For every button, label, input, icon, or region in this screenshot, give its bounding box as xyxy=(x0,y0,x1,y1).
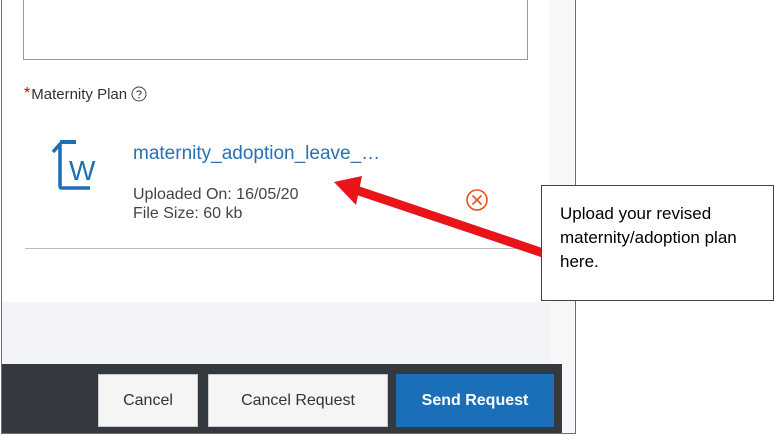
svg-text:W: W xyxy=(69,155,96,186)
annotation-callout: Upload your revised maternity/adoption p… xyxy=(541,185,774,301)
dialog-footer: Cancel Cancel Request Send Request xyxy=(2,364,562,433)
cancel-request-button[interactable]: Cancel Request xyxy=(208,374,388,427)
file-size-text: File Size: 60 kb xyxy=(133,205,243,222)
comment-textarea[interactable] xyxy=(23,0,528,60)
request-dialog: * Maternity Plan W maternity_adoption_le… xyxy=(1,0,576,434)
maternity-plan-label: * Maternity Plan xyxy=(24,85,147,103)
section-divider xyxy=(25,248,528,249)
attachment-meta: Uploaded On: 16/05/20 File Size: 60 kb xyxy=(133,185,298,223)
word-document-icon: W xyxy=(50,136,100,192)
close-circle-icon[interactable] xyxy=(463,186,491,214)
uploaded-on-text: Uploaded On: 16/05/20 xyxy=(133,186,299,203)
question-circle-icon[interactable] xyxy=(131,86,147,102)
form-area: * Maternity Plan W maternity_adoption_le… xyxy=(2,0,550,302)
send-request-button[interactable]: Send Request xyxy=(396,374,554,427)
attachment-file-link[interactable]: maternity_adoption_leave_… xyxy=(133,143,380,165)
field-label-text: Maternity Plan xyxy=(31,85,128,103)
required-marker: * xyxy=(24,85,31,102)
cancel-button[interactable]: Cancel xyxy=(98,374,198,427)
